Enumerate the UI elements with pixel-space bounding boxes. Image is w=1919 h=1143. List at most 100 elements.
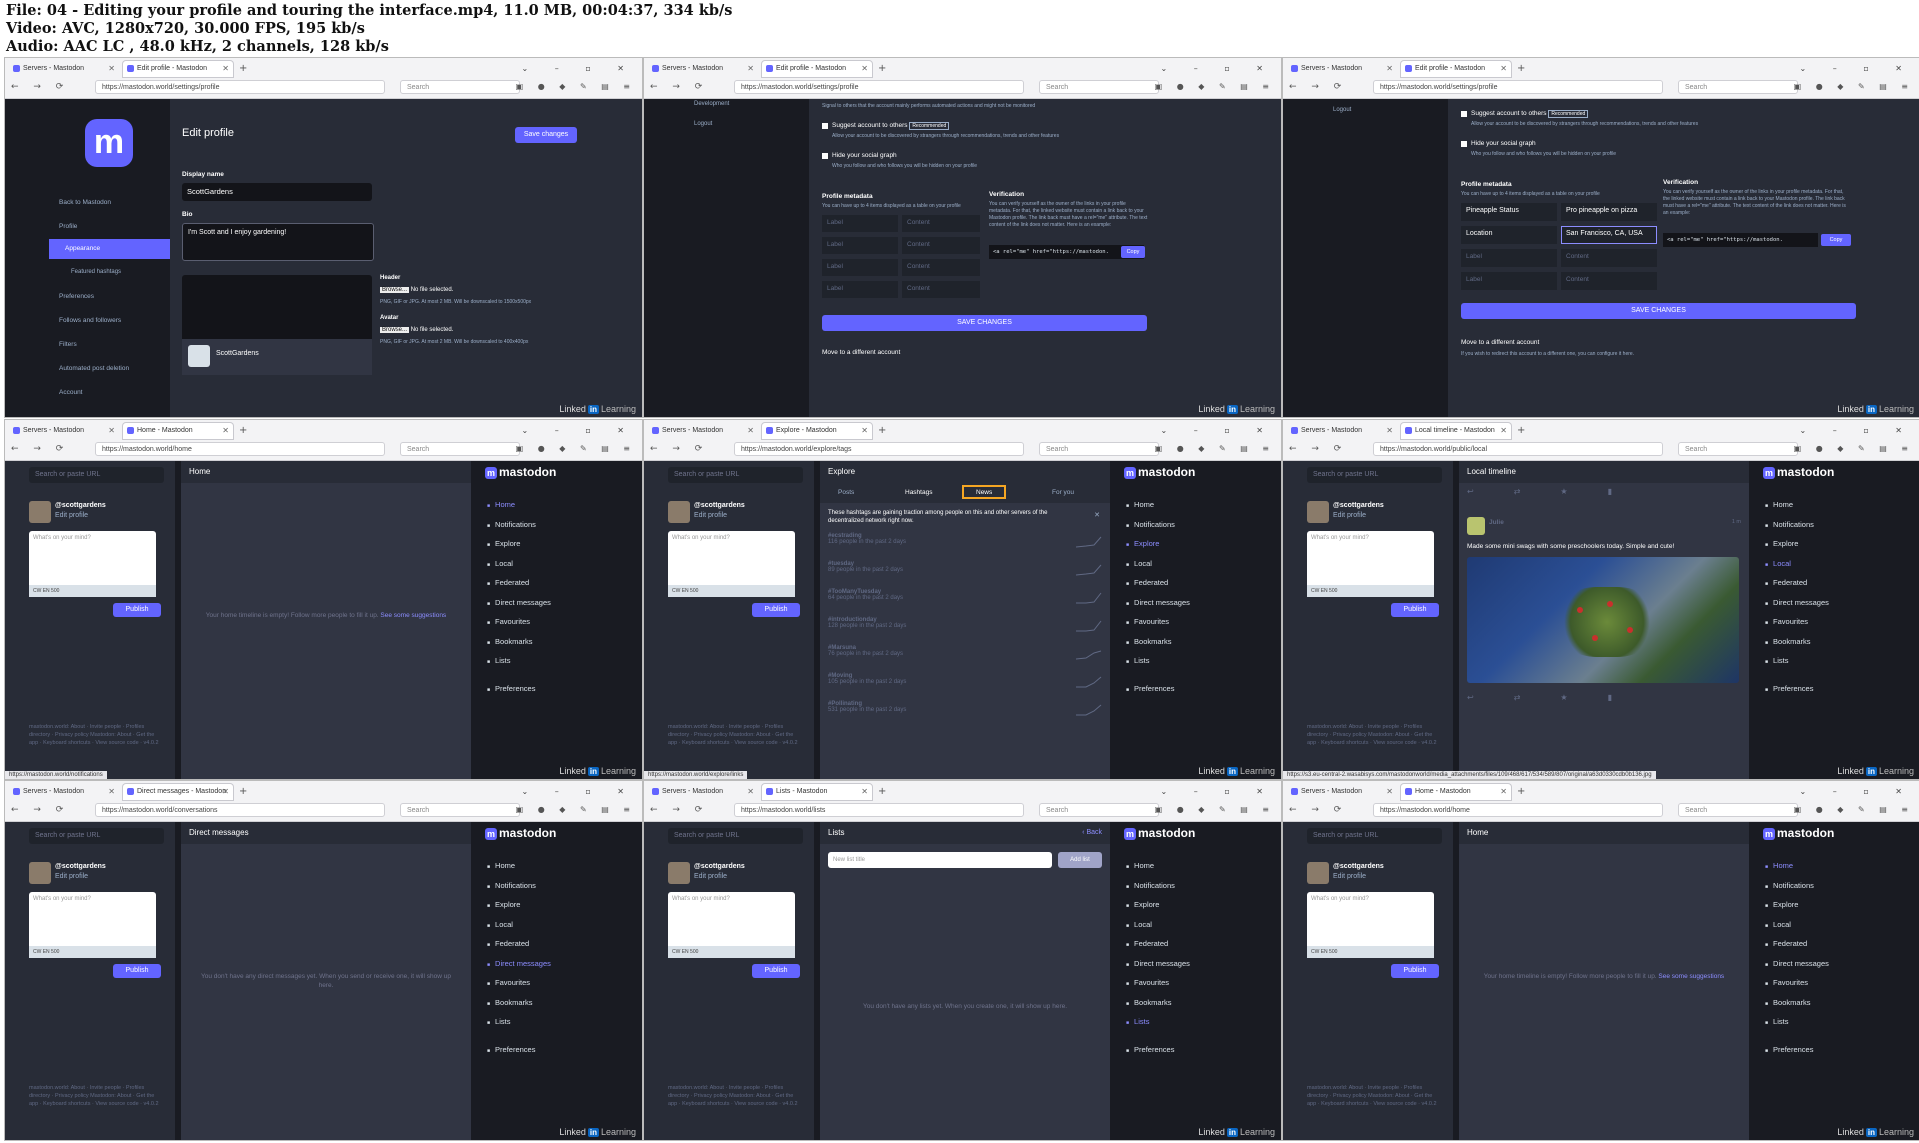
nav-bookmarks[interactable]: Bookmarks <box>1126 993 1190 1013</box>
tab-posts[interactable]: Posts <box>838 489 854 496</box>
compose-box[interactable]: What's on your mind? CW EN 500 <box>29 892 156 958</box>
avatar[interactable] <box>1307 862 1329 884</box>
nav-federated[interactable]: Federated <box>487 573 551 593</box>
window-controls[interactable]: ⌄ – ▫ ✕ <box>1800 423 1914 439</box>
nav-notifications[interactable]: Notifications <box>1765 515 1829 535</box>
browser-tab-active[interactable]: Edit profile - Mastodon ✕ <box>1401 61 1511 77</box>
browser-search-box[interactable]: Search <box>1039 80 1159 94</box>
publish-button[interactable]: Publish <box>113 603 161 617</box>
mastodon-logo[interactable]: mastodon <box>1124 465 1195 479</box>
window-controls[interactable]: ⌄ – ▫ ✕ <box>522 423 636 439</box>
nav-home[interactable]: Home <box>487 495 551 515</box>
close-icon[interactable]: ✕ <box>1386 423 1393 439</box>
post-avatar[interactable] <box>1467 517 1485 535</box>
nav-favourites[interactable]: Favourites <box>1126 973 1190 993</box>
new-tab-icon[interactable]: + <box>239 423 247 439</box>
nav-preferences[interactable]: Preferences <box>1765 679 1829 699</box>
tab-hashtags[interactable]: Hashtags <box>905 489 932 496</box>
address-bar[interactable]: https://mastodon.world/explore/tags <box>734 442 1024 456</box>
toolbar-icons[interactable]: ▣ ● ◆ ✎ ▤ ≡ <box>516 803 636 817</box>
save-changes-button[interactable]: Save changes <box>515 127 577 143</box>
browser-tab-servers[interactable]: Servers - Mastodon ✕ <box>9 61 119 77</box>
hashtag-item[interactable]: #Moving 105 people in the past 2 days <box>828 673 906 685</box>
metadata-label-field[interactable]: Location <box>1461 226 1557 244</box>
address-bar[interactable]: https://mastodon.world/public/local <box>1373 442 1663 456</box>
avatar[interactable] <box>29 862 51 884</box>
sidebar-item-back[interactable]: Back to Mastodon <box>59 199 111 206</box>
edit-profile-link[interactable]: Edit profile <box>55 511 106 521</box>
browser-tab-servers[interactable]: Servers - Mastodon ✕ <box>9 423 119 439</box>
edit-profile-link[interactable]: Edit profile <box>694 872 745 882</box>
toolbar-icons[interactable]: ▣ ● ◆ ✎ ▤ ≡ <box>1794 442 1914 456</box>
nav-lists[interactable]: Lists <box>1126 1012 1190 1032</box>
browser-tab-servers[interactable]: Servers - Mastodon ✕ <box>1287 423 1397 439</box>
nav-favourites[interactable]: Favourites <box>487 973 551 993</box>
metadata-content-field[interactable]: Content <box>902 215 980 232</box>
see-suggestions-link[interactable]: See some suggestions <box>1658 973 1724 980</box>
browser-search-box[interactable]: Search <box>1039 442 1159 456</box>
metadata-label-field[interactable]: Label <box>822 237 898 254</box>
nav-favourites[interactable]: Favourites <box>1765 973 1829 993</box>
new-tab-icon[interactable]: + <box>1517 784 1525 800</box>
nav-notifications[interactable]: Notifications <box>487 515 551 535</box>
sidebar-item-preferences[interactable]: Preferences <box>59 293 94 300</box>
post-actions[interactable]: ↩⇄★▮ <box>1467 693 1652 702</box>
browser-tab-active[interactable]: Local timeline - Mastodon ✕ <box>1401 423 1511 439</box>
browser-tab-active[interactable]: Lists - Mastodon ✕ <box>762 784 872 800</box>
browser-tab-active[interactable]: Direct messages - Mastodon ✕ <box>123 784 233 800</box>
suggest-checkbox[interactable] <box>822 123 828 129</box>
hashtag-item[interactable]: #Marsuna 76 people in the past 2 days <box>828 645 903 657</box>
mastodon-logo[interactable]: mastodon <box>1763 465 1834 479</box>
bio-field[interactable]: I'm Scott and I enjoy gardening! <box>182 223 374 261</box>
address-bar[interactable]: https://mastodon.world/lists <box>734 803 1024 817</box>
window-controls[interactable]: ⌄ – ▫ ✕ <box>1800 784 1914 800</box>
window-controls[interactable]: ⌄ – ▫ ✕ <box>522 61 636 77</box>
header-file-picker[interactable]: Browse... No file selected. <box>380 287 453 293</box>
browser-tab-servers[interactable]: Servers - Mastodon ✕ <box>1287 784 1397 800</box>
sidebar-item-logout[interactable]: Logout <box>694 121 712 127</box>
toolbar-icons[interactable]: ▣ ● ◆ ✎ ▤ ≡ <box>516 80 636 94</box>
browser-tab-servers[interactable]: Servers - Mastodon ✕ <box>648 423 758 439</box>
address-bar[interactable]: https://mastodon.world/home <box>95 442 385 456</box>
nav-local[interactable]: Local <box>1126 915 1190 935</box>
close-icon[interactable]: ✕ <box>108 61 115 77</box>
new-tab-icon[interactable]: + <box>1517 61 1525 77</box>
add-list-button[interactable]: Add list <box>1058 852 1102 868</box>
metadata-content-field[interactable]: Content <box>1561 272 1657 290</box>
avatar[interactable] <box>668 862 690 884</box>
edit-profile-link[interactable]: Edit profile <box>694 511 745 521</box>
browser-tab-servers[interactable]: Servers - Mastodon ✕ <box>648 61 758 77</box>
nav-preferences[interactable]: Preferences <box>1126 1040 1190 1060</box>
mastodon-logo[interactable]: mastodon <box>485 465 556 479</box>
browser-tab-active[interactable]: Edit profile - Mastodon ✕ <box>762 61 872 77</box>
metadata-content-field[interactable]: Content <box>1561 249 1657 267</box>
window-controls[interactable]: ⌄ – ▫ ✕ <box>1161 423 1275 439</box>
hide-graph-checkbox[interactable] <box>1461 141 1467 147</box>
close-icon[interactable]: ✕ <box>747 784 754 800</box>
avatar[interactable] <box>1307 501 1329 523</box>
browser-search-box[interactable]: Search <box>400 803 520 817</box>
close-icon[interactable]: ✕ <box>1386 784 1393 800</box>
search-input[interactable]: Search or paste URL <box>29 467 164 483</box>
save-changes-button[interactable]: SAVE CHANGES <box>822 315 1147 331</box>
compose-toolbar[interactable]: CW EN 500 <box>29 585 156 597</box>
metadata-label-field[interactable]: Label <box>822 215 898 232</box>
footer-links[interactable]: mastodon.world: About · Invite people · … <box>29 1084 159 1108</box>
nav-local[interactable]: Local <box>1765 915 1829 935</box>
post-image[interactable] <box>1467 557 1739 683</box>
browser-tab-active[interactable]: Home - Mastodon ✕ <box>123 423 233 439</box>
search-input[interactable]: Search or paste URL <box>668 828 803 844</box>
sidebar-item-appearance[interactable]: Appearance <box>65 245 100 252</box>
new-tab-icon[interactable]: + <box>239 61 247 77</box>
close-icon[interactable]: ✕ <box>861 784 868 800</box>
search-input[interactable]: Search or paste URL <box>1307 828 1442 844</box>
browser-tab-servers[interactable]: Servers - Mastodon ✕ <box>9 784 119 800</box>
nav-local[interactable]: Local <box>487 915 551 935</box>
compose-box[interactable]: What's on your mind? CW EN 500 <box>1307 892 1434 958</box>
back-button[interactable]: ‹ Back <box>1082 829 1102 836</box>
new-tab-icon[interactable]: + <box>878 784 886 800</box>
nav-buttons[interactable]: ← → ⟳ <box>1289 80 1347 94</box>
browse-button[interactable]: Browse... <box>380 287 410 293</box>
window-controls[interactable]: ⌄ – ▫ ✕ <box>522 784 636 800</box>
browser-search-box[interactable]: Search <box>1678 80 1798 94</box>
